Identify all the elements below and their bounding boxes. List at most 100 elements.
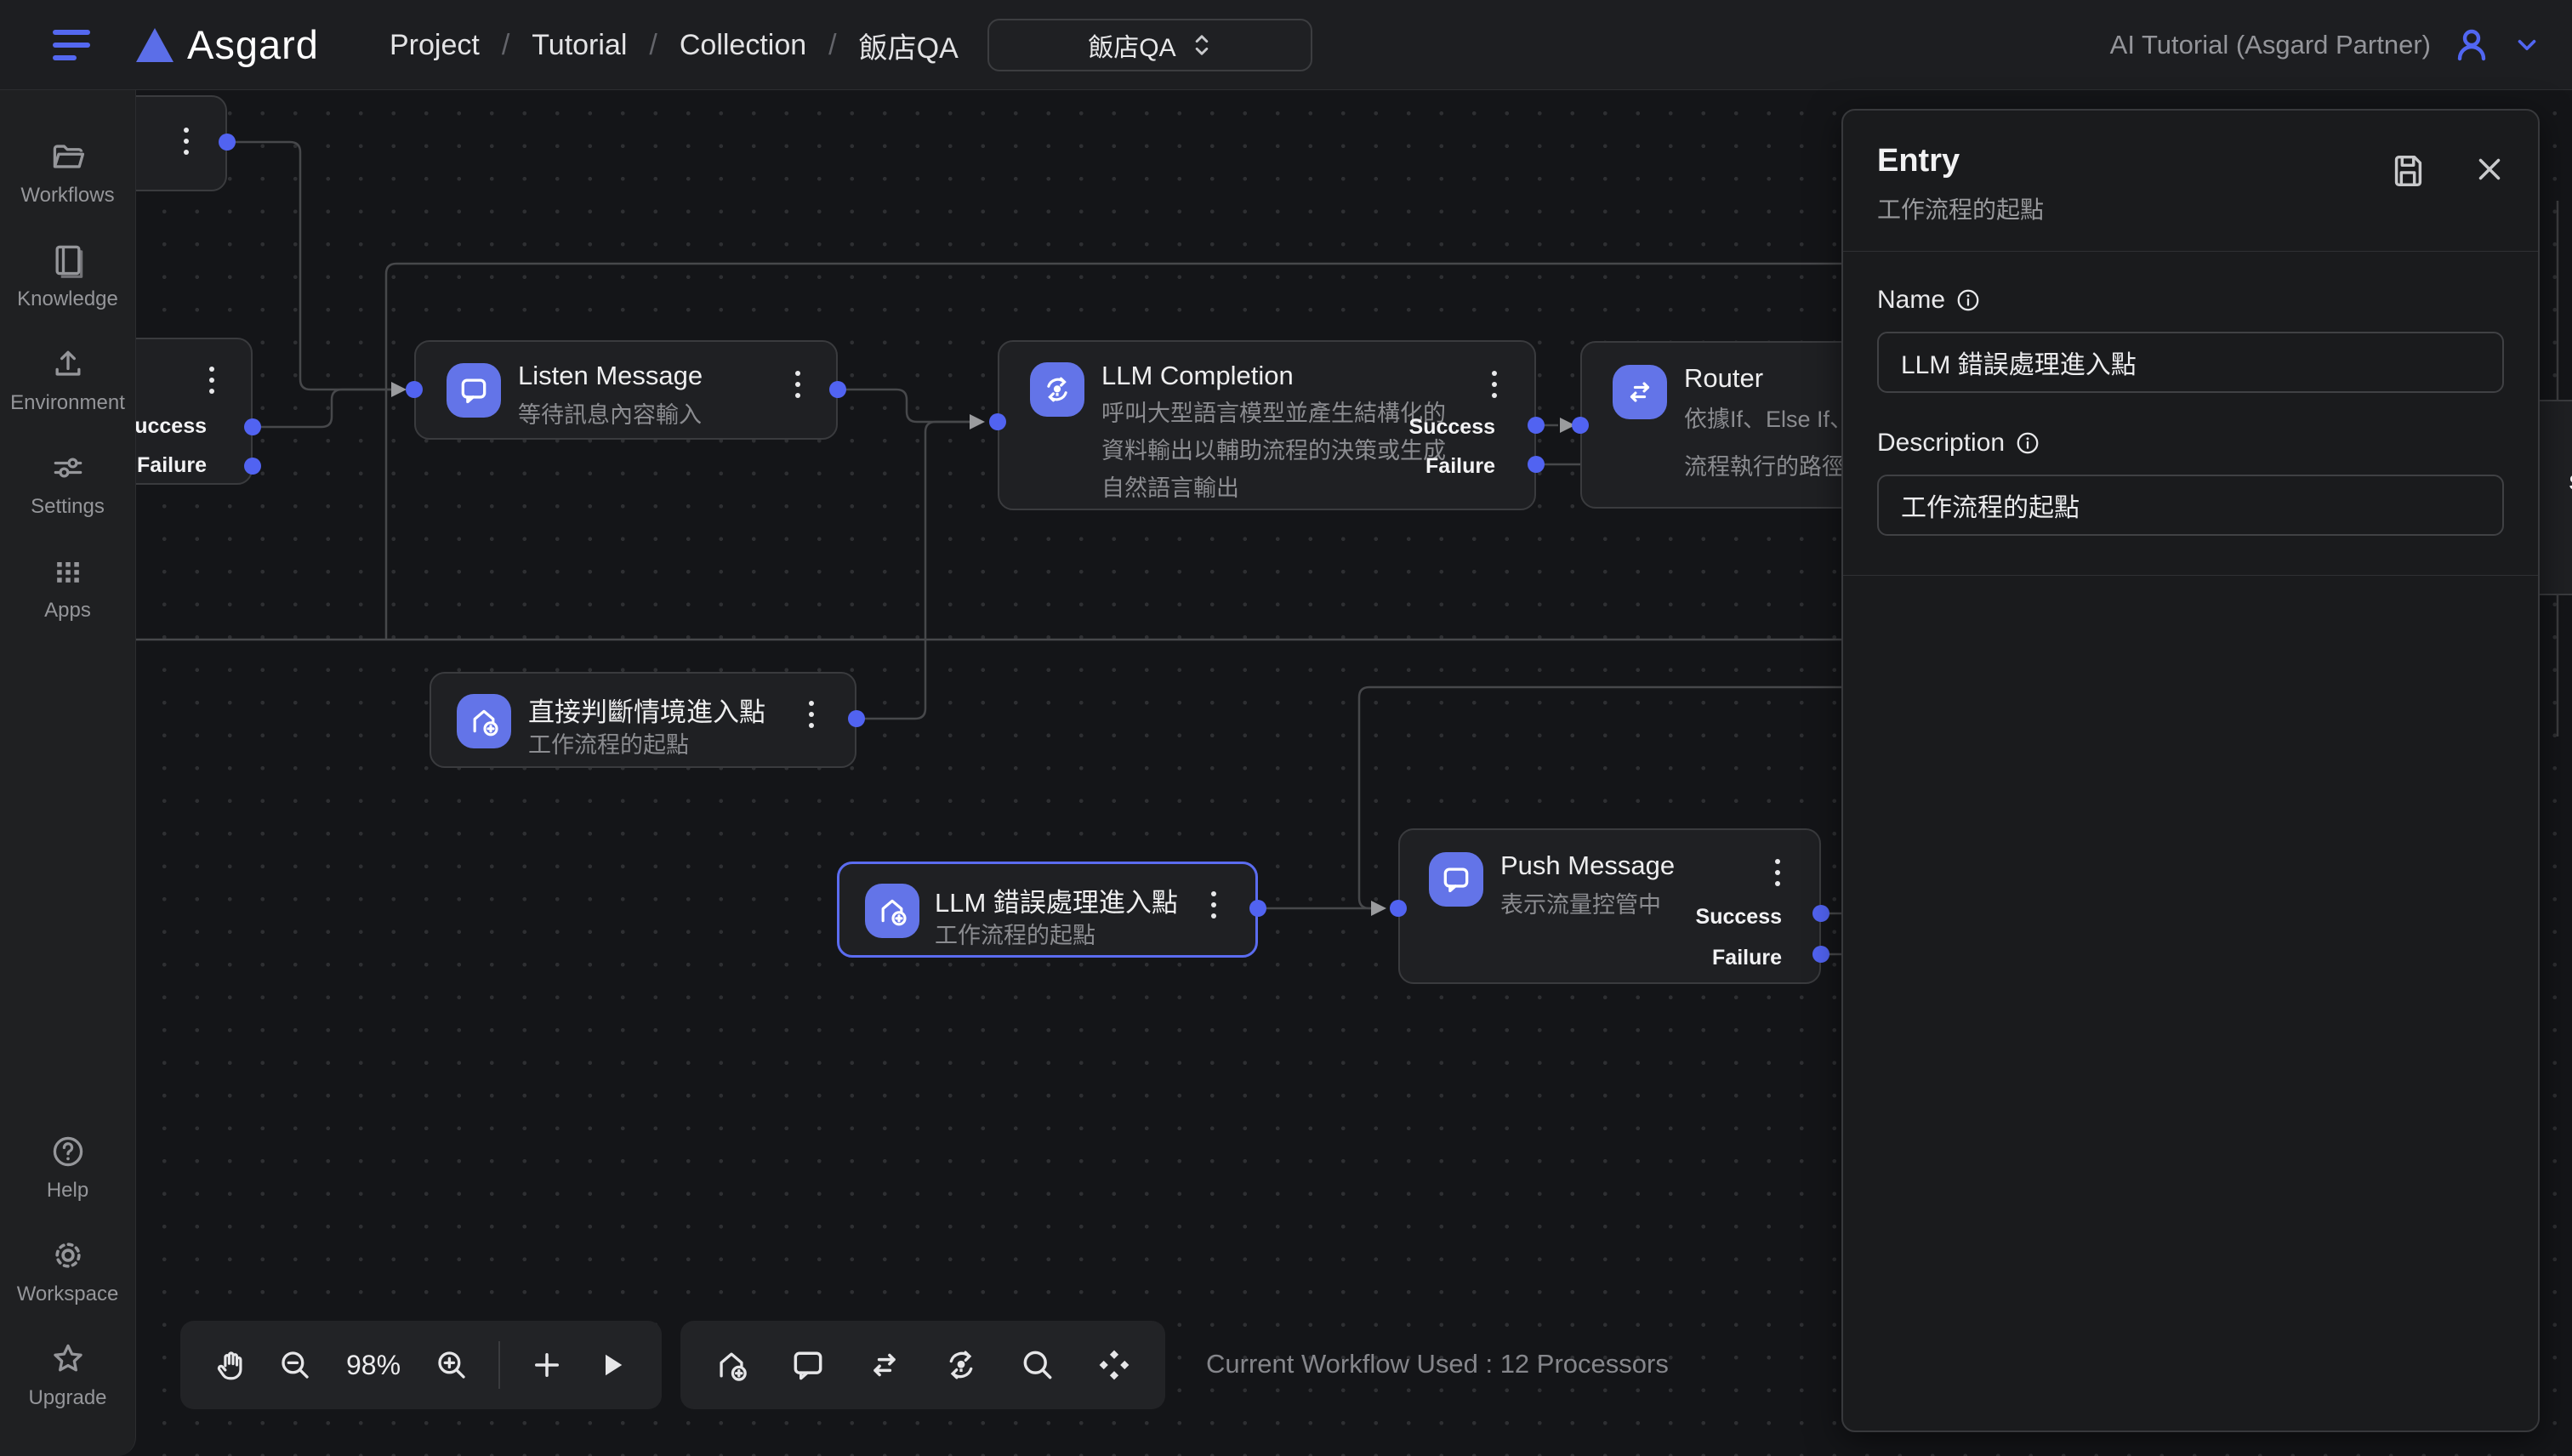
add-button[interactable] <box>529 1347 565 1383</box>
workflow-selector[interactable]: 飯店QA <box>987 19 1312 71</box>
node-title: Router <box>1684 363 1763 394</box>
success-port-label: Success <box>2569 471 2572 496</box>
node-direct-entry[interactable]: 直接判斷情境進入點 工作流程的起點 <box>430 672 856 768</box>
zoom-level: 98% <box>342 1350 405 1381</box>
search-node-button[interactable] <box>1019 1346 1056 1384</box>
sidebar-item-label: Upgrade <box>28 1386 106 1410</box>
app-logo: Asgard <box>187 21 319 68</box>
node-menu-button[interactable] <box>790 366 805 403</box>
asgard-logo-icon <box>136 28 174 62</box>
sidebar-item-workspace[interactable]: Workspace <box>0 1220 135 1323</box>
sliders-icon <box>49 449 87 486</box>
name-input[interactable]: LLM 錯誤處理進入點 <box>1877 332 2504 393</box>
edge <box>838 390 970 422</box>
router-icon <box>866 1346 903 1384</box>
info-icon[interactable] <box>1955 287 1981 313</box>
failure-port-label: Failure <box>1425 454 1495 479</box>
entry-home-icon <box>457 694 511 748</box>
chat-bubble-icon <box>789 1346 827 1384</box>
account-name: AI Tutorial (Asgard Partner) <box>2110 30 2431 60</box>
sidebar-item-label: Settings <box>31 495 105 519</box>
chevron-down-icon[interactable] <box>2512 31 2541 60</box>
node-description: 工作流程的起點 <box>935 917 1095 954</box>
add-entry-node-button[interactable] <box>713 1346 750 1384</box>
node-description-line: 呼叫大型語言模型並產生結構化的 <box>1101 395 1446 432</box>
fit-view-button[interactable] <box>1095 1346 1133 1384</box>
search-icon <box>1019 1346 1056 1384</box>
pan-hand-button[interactable] <box>213 1347 248 1383</box>
description-input[interactable]: 工作流程的起點 <box>1877 475 2504 536</box>
edge-arrow-icon <box>391 382 407 397</box>
sidebar-item-workflows[interactable]: Workflows <box>0 121 135 225</box>
edge-arrow-icon <box>1371 901 1386 916</box>
node-description-line: 資料輸出以輔助流程的決策或生成 <box>1101 432 1446 469</box>
run-workflow-button[interactable] <box>594 1347 629 1383</box>
success-port-label: Success <box>136 414 207 439</box>
breadcrumb-separator: / <box>502 29 509 62</box>
add-message-node-button[interactable] <box>789 1346 827 1384</box>
node-llm-completion[interactable]: LLM Completion 呼叫大型語言模型並產生結構化的 資料輸出以輔助流程… <box>998 340 1536 510</box>
success-port-label: Success <box>1696 905 1782 930</box>
sidebar-item-knowledge[interactable]: Knowledge <box>0 225 135 328</box>
node-listen-message[interactable]: Listen Message 等待訊息內容輸入 <box>414 340 838 440</box>
sidebar: Workflows Knowledge Environment Settings… <box>0 90 136 1456</box>
node-description: 工作流程的起點 <box>528 726 689 764</box>
plus-icon <box>529 1347 565 1383</box>
zoom-out-icon <box>277 1347 313 1383</box>
zoom-in-button[interactable] <box>434 1347 469 1383</box>
panel-divider <box>1843 575 2538 576</box>
node-partial-top[interactable] <box>136 95 227 191</box>
success-port-label: Success <box>1409 415 1495 440</box>
add-llm-node-button[interactable] <box>942 1346 980 1384</box>
workflow-usage-status: Current Workflow Used : 12 Processors <box>1206 1349 1669 1379</box>
workflow-editor-app: Success Failure Listen Message 等待訊息內容輸入 … <box>0 0 2572 1456</box>
entry-properties-panel: Entry 工作流程的起點 Name LLM 錯誤處理進入點 Descripti… <box>1841 109 2540 1432</box>
sidebar-item-help[interactable]: Help <box>0 1116 135 1220</box>
save-icon[interactable] <box>2388 151 2427 191</box>
sidebar-item-settings[interactable]: Settings <box>0 432 135 536</box>
breadcrumb-tutorial[interactable]: Tutorial <box>532 29 627 62</box>
node-menu-button[interactable] <box>1206 886 1221 924</box>
add-router-node-button[interactable] <box>866 1346 903 1384</box>
failure-port-label: Failure <box>1712 946 1782 970</box>
sidebar-item-label: Workspace <box>17 1283 119 1306</box>
edge <box>856 422 970 719</box>
node-palette-toolbar <box>680 1321 1165 1409</box>
sidebar-item-label: Knowledge <box>17 287 118 311</box>
entry-home-icon <box>713 1346 750 1384</box>
sidebar-item-label: Apps <box>44 599 91 623</box>
node-push-message[interactable]: Push Message 表示流量控管中 Success Failure <box>1398 828 1821 984</box>
account-menu[interactable]: AI Tutorial (Asgard Partner) <box>2110 0 2541 90</box>
breadcrumb-project[interactable]: Project <box>390 29 480 62</box>
node-menu-button[interactable] <box>204 361 219 399</box>
book-icon <box>49 242 87 279</box>
breadcrumb-separator: / <box>828 29 836 62</box>
close-icon[interactable] <box>2472 151 2507 187</box>
node-partial-mid[interactable]: Success Failure <box>136 338 253 485</box>
canvas-controls-toolbar: 98% <box>180 1321 662 1409</box>
router-icon <box>1613 365 1667 419</box>
breadcrumb-current[interactable]: 飯店QA <box>859 25 959 66</box>
menu-icon[interactable] <box>53 30 92 60</box>
node-menu-button[interactable] <box>1487 366 1502 403</box>
user-icon[interactable] <box>2451 25 2492 65</box>
node-menu-button[interactable] <box>179 122 194 160</box>
sidebar-item-upgrade[interactable]: Upgrade <box>0 1323 135 1427</box>
panel-subtitle: 工作流程的起點 <box>1877 191 2504 225</box>
move-diamonds-icon <box>1095 1346 1133 1384</box>
zoom-out-button[interactable] <box>277 1347 313 1383</box>
description-field-label: Description <box>1877 429 2005 458</box>
sidebar-item-label: Environment <box>10 391 125 415</box>
info-icon[interactable] <box>2015 430 2040 456</box>
node-llm-error-entry[interactable]: LLM 錯誤處理進入點 工作流程的起點 <box>837 862 1258 958</box>
node-description: 等待訊息內容輸入 <box>518 396 702 434</box>
sidebar-item-environment[interactable]: Environment <box>0 328 135 432</box>
sidebar-item-label: Help <box>47 1179 88 1203</box>
node-menu-button[interactable] <box>1770 854 1785 891</box>
sidebar-item-apps[interactable]: Apps <box>0 536 135 640</box>
node-menu-button[interactable] <box>804 696 819 733</box>
name-field-label: Name <box>1877 286 1945 315</box>
breadcrumb-collection[interactable]: Collection <box>680 29 806 62</box>
workflow-selector-value: 飯店QA <box>1088 26 1175 64</box>
sidebar-item-label: Workflows <box>20 184 114 208</box>
